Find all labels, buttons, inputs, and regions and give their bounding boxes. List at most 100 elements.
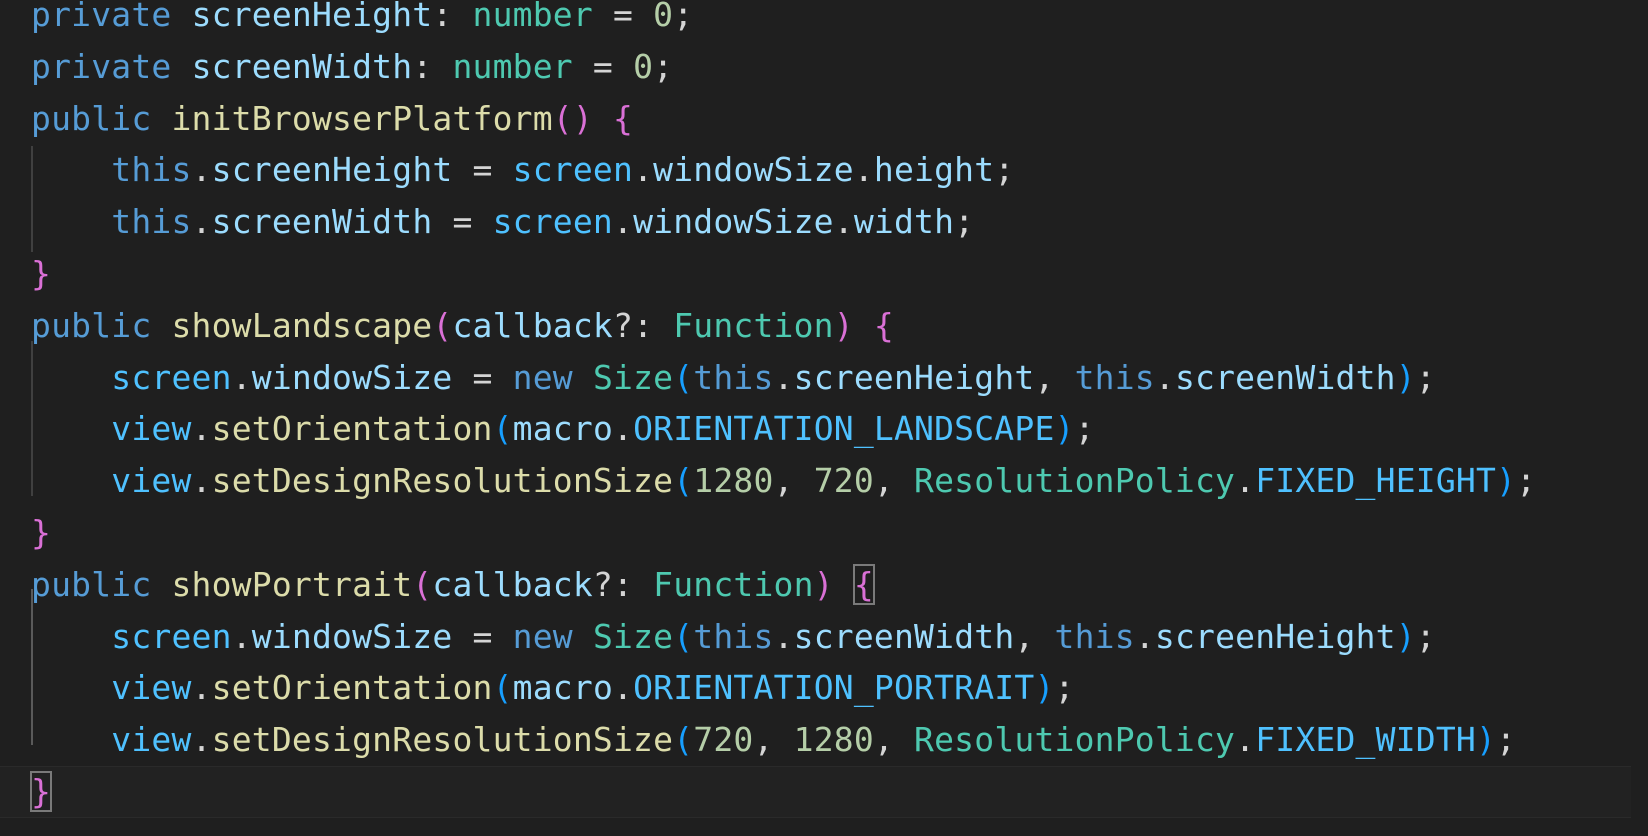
- code-token: ;: [673, 0, 694, 34]
- code-token: public: [31, 98, 152, 138]
- code-token: ): [1395, 616, 1416, 656]
- code-token: ;: [1074, 409, 1095, 449]
- code-token: screenHeight: [1154, 616, 1396, 656]
- code-token: setDesignResolutionSize: [211, 461, 674, 501]
- code-token: ): [1395, 357, 1416, 397]
- code-token: ,: [873, 720, 915, 760]
- code-token: ;: [1415, 357, 1436, 397]
- code-line[interactable]: }: [31, 248, 1631, 300]
- code-token: ): [1034, 668, 1055, 708]
- code-token: ): [1496, 461, 1517, 501]
- code-token: screenHeight: [793, 357, 1035, 397]
- code-line[interactable]: view.setDesignResolutionSize(720, 1280, …: [31, 714, 1631, 766]
- code-token: this: [693, 616, 774, 656]
- code-editor[interactable]: private screenHeight: number = 0; private…: [0, 0, 1648, 836]
- code-line[interactable]: view.setOrientation(macro.ORIENTATION_PO…: [31, 662, 1631, 714]
- code-token: view: [111, 668, 192, 708]
- code-token: =: [572, 46, 634, 86]
- code-token: ,: [773, 461, 814, 501]
- code-token: .: [231, 616, 252, 656]
- code-line[interactable]: private screenWidth: number = 0;: [31, 41, 1631, 93]
- code-line[interactable]: screen.windowSize = new Size(this.screen…: [31, 352, 1631, 404]
- code-token: setOrientation: [211, 409, 493, 449]
- code-token: screen: [492, 202, 613, 242]
- code-token: .: [191, 668, 212, 708]
- code-token: screenHeight: [191, 0, 433, 34]
- code-token: ?:: [592, 564, 654, 604]
- code-token: 1280: [693, 461, 774, 501]
- code-token: ,: [1034, 357, 1075, 397]
- code-token: .: [191, 720, 212, 760]
- code-token: private: [31, 0, 172, 34]
- code-lines[interactable]: private screenHeight: number = 0; private…: [0, 0, 1631, 818]
- code-token: .: [613, 668, 634, 708]
- code-token: ;: [994, 150, 1015, 190]
- code-token: .: [613, 409, 634, 449]
- code-token: ;: [1496, 720, 1517, 760]
- code-token: screenWidth: [191, 46, 413, 86]
- code-token: (: [492, 668, 513, 708]
- code-token: =: [452, 150, 513, 190]
- code-token: ResolutionPolicy: [914, 720, 1236, 760]
- code-token: private: [31, 46, 172, 86]
- code-token: width: [853, 202, 955, 242]
- code-token: Function: [653, 564, 814, 604]
- code-line[interactable]: this.screenWidth = screen.windowSize.wid…: [31, 196, 1631, 248]
- code-token: ,: [753, 720, 794, 760]
- code-token: ): [1475, 720, 1497, 760]
- code-token: 720: [813, 461, 874, 501]
- code-token: FIXED_HEIGHT: [1255, 461, 1497, 501]
- code-token: (: [673, 357, 694, 397]
- code-line[interactable]: public showPortrait(callback?: Function)…: [31, 559, 1631, 611]
- code-token: ;: [954, 202, 975, 242]
- code-token: .: [191, 202, 212, 242]
- code-token: ;: [1415, 616, 1436, 656]
- code-token: :: [412, 46, 453, 86]
- code-token: .: [1154, 357, 1175, 397]
- code-line[interactable]: }: [0, 765, 1631, 818]
- code-line[interactable]: screen.windowSize = new Size(this.screen…: [31, 611, 1631, 663]
- code-line[interactable]: this.screenHeight = screen.windowSize.he…: [31, 144, 1631, 196]
- code-token: height: [873, 150, 995, 190]
- code-token: .: [1235, 461, 1256, 501]
- code-token: =: [452, 357, 513, 397]
- code-token: 720: [693, 720, 754, 760]
- code-line[interactable]: view.setOrientation(macro.ORIENTATION_LA…: [31, 403, 1631, 455]
- code-token: this: [1054, 616, 1135, 656]
- code-token: ;: [1054, 668, 1075, 708]
- code-token: =: [592, 0, 654, 34]
- code-token: windowSize: [251, 357, 453, 397]
- code-line[interactable]: private screenHeight: number = 0;: [31, 0, 1631, 41]
- code-token: callback: [452, 305, 613, 345]
- code-line[interactable]: view.setDesignResolutionSize(1280, 720, …: [31, 455, 1631, 507]
- matched-bracket: }: [29, 770, 53, 812]
- code-token: (: [492, 409, 513, 449]
- code-token: screenWidth: [1174, 357, 1396, 397]
- code-token: windowSize: [653, 150, 854, 190]
- code-line[interactable]: }: [31, 507, 1631, 559]
- code-token: this: [1074, 357, 1155, 397]
- code-token: this: [693, 357, 774, 397]
- code-line[interactable]: public initBrowserPlatform() {: [31, 93, 1631, 145]
- code-token: (): [552, 98, 593, 138]
- code-token: .: [613, 202, 634, 242]
- code-token: 1280: [793, 720, 874, 760]
- code-token: (: [673, 616, 694, 656]
- code-token: ;: [1516, 461, 1537, 501]
- code-token: .: [191, 150, 212, 190]
- code-token: ,: [1014, 616, 1055, 656]
- code-token: ResolutionPolicy: [914, 461, 1236, 501]
- code-token: screen: [512, 150, 634, 190]
- code-token: ?:: [613, 305, 674, 345]
- matched-bracket: {: [852, 563, 875, 605]
- code-line[interactable]: public showLandscape(callback?: Function…: [31, 300, 1631, 352]
